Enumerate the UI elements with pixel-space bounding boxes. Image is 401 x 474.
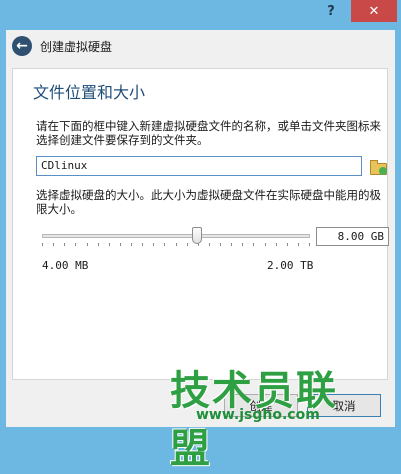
slider-tick (131, 243, 132, 246)
dialog-client: ← 创建虚拟硬盘 文件位置和大小 请在下面的框中键入新建虚拟硬盘文件的名称，或单… (6, 30, 395, 427)
create-button[interactable]: 创建 (224, 394, 298, 417)
slider-tick (298, 243, 299, 246)
slider-tick (98, 243, 99, 246)
location-description: 请在下面的框中键入新建虚拟硬盘文件的名称，或单击文件夹图标来选择创建文件要保存到… (36, 119, 381, 147)
dialog-title: 创建虚拟硬盘 (40, 40, 113, 54)
slider-tick (153, 243, 154, 246)
slider-thumb[interactable] (192, 227, 202, 244)
slider-tick (109, 243, 110, 246)
slider-tick (242, 243, 243, 246)
slider-tick (309, 243, 310, 246)
size-description: 选择虚拟硬盘的大小。此大小为虚拟硬盘文件在实际硬盘中能用的极限大小。 (36, 188, 381, 216)
close-icon: ✕ (368, 3, 380, 19)
range-max-label: 2.00 TB (267, 259, 314, 272)
choose-folder-button[interactable] (368, 155, 388, 175)
slider-tick (187, 243, 188, 246)
slider-tick (87, 243, 88, 246)
slider-tick (142, 243, 143, 246)
slider-tick (42, 243, 43, 246)
slider-tick (120, 243, 121, 246)
back-arrow-icon: ← (16, 38, 28, 54)
slider-tick (53, 243, 54, 246)
slider-tick (209, 243, 210, 246)
title-bar: ? ✕ (0, 0, 401, 30)
close-button[interactable]: ✕ (351, 0, 397, 22)
range-min-label: 4.00 MB (42, 259, 89, 272)
size-input[interactable]: 8.00 GB (316, 227, 389, 246)
size-slider[interactable] (42, 227, 310, 251)
back-button[interactable]: ← (12, 36, 32, 56)
slider-tick (253, 243, 254, 246)
file-name-input[interactable]: CDlinux (36, 156, 362, 176)
slider-tick (265, 243, 266, 246)
slider-tick (220, 243, 221, 246)
dialog-header: ← 创建虚拟硬盘 (6, 30, 395, 66)
slider-tick (75, 243, 76, 246)
dialog-footer: 创建 取消 (6, 384, 395, 427)
help-icon: ? (327, 3, 335, 19)
slider-tick (231, 243, 232, 246)
folder-icon (369, 160, 387, 175)
section-title: 文件位置和大小 (33, 83, 146, 102)
slider-tick (176, 243, 177, 246)
slider-tick (64, 243, 65, 246)
slider-ticks (42, 243, 310, 247)
slider-track (42, 234, 310, 238)
slider-tick (276, 243, 277, 246)
cancel-button[interactable]: 取消 (307, 394, 381, 417)
help-button[interactable]: ? (316, 0, 346, 22)
content-panel: 文件位置和大小 请在下面的框中键入新建虚拟硬盘文件的名称，或单击文件夹图标来选择… (12, 68, 389, 380)
slider-tick (287, 243, 288, 246)
slider-tick (164, 243, 165, 246)
